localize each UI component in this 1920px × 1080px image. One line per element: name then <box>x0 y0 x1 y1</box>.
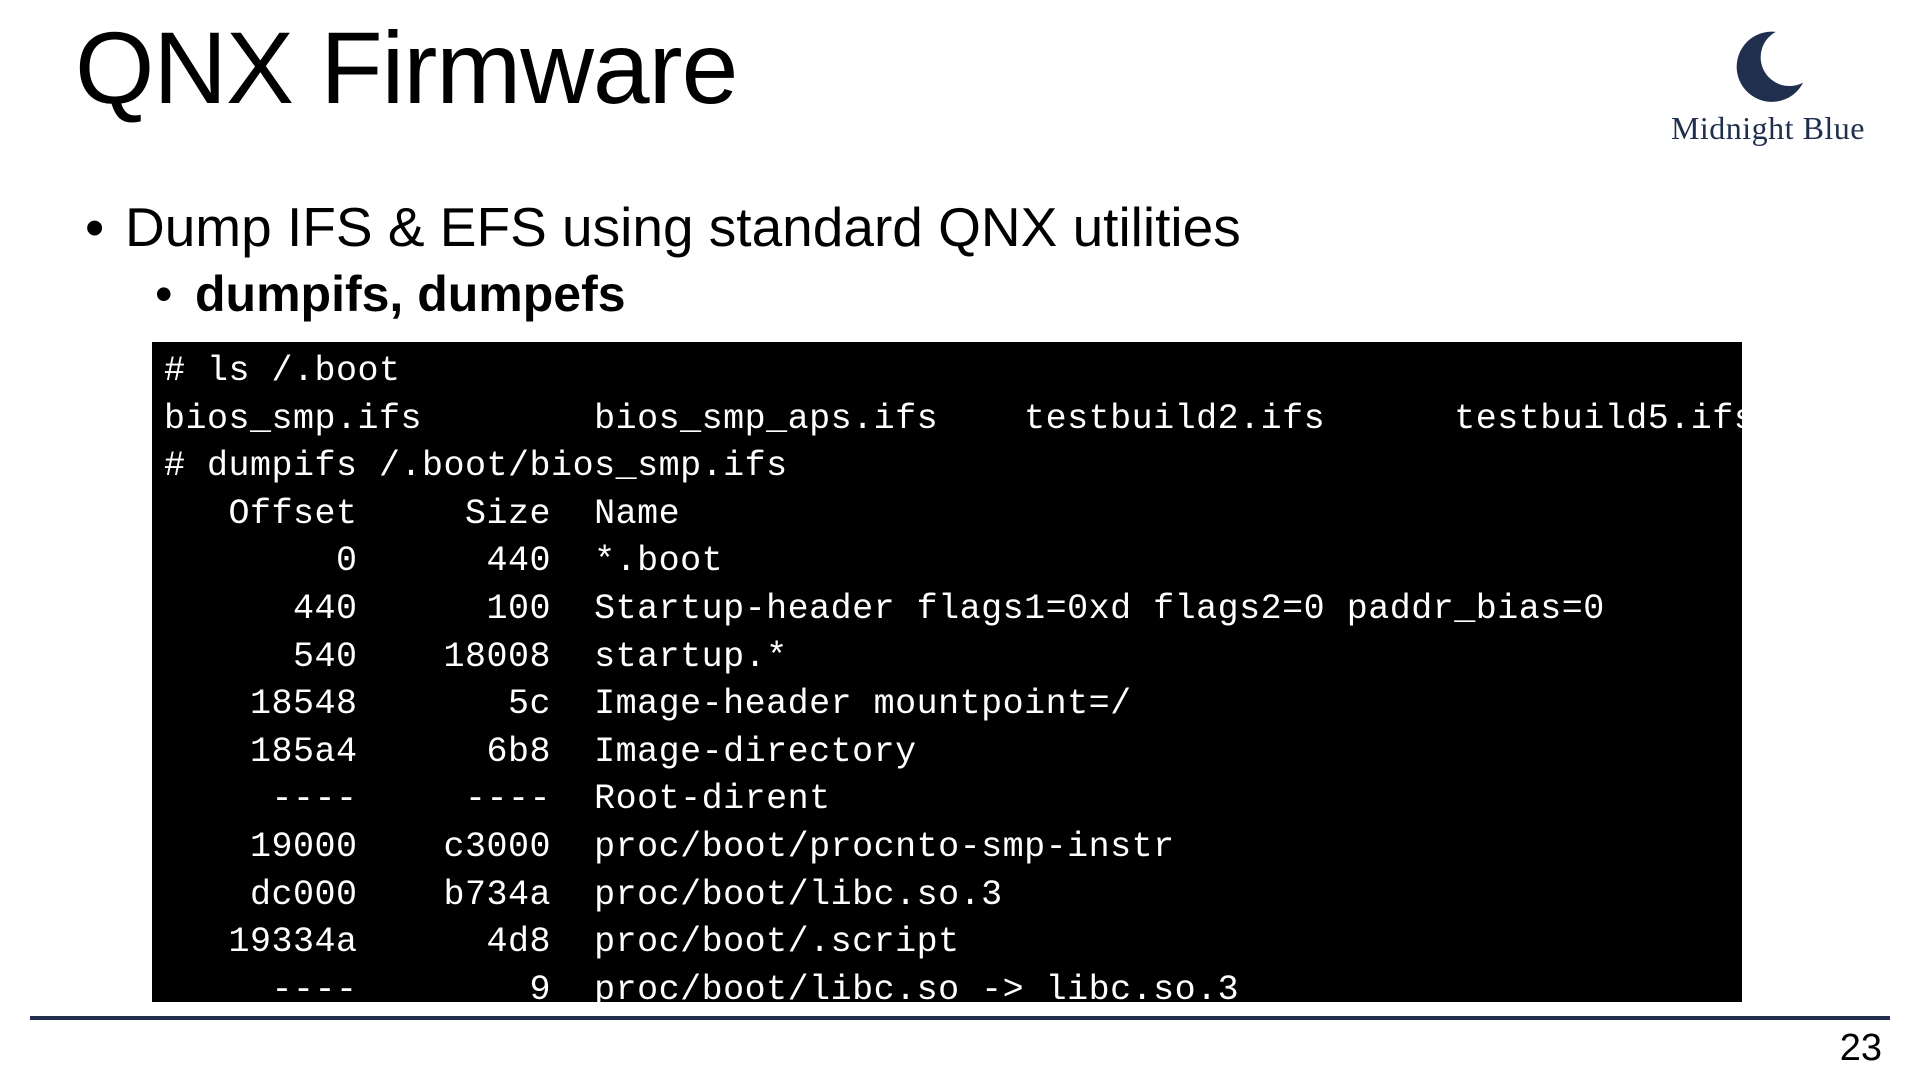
terminal-line: # dumpifs /.boot/bios_smp.ifs <box>164 446 788 486</box>
terminal-line: ---- ---- Root-dirent <box>164 779 831 819</box>
terminal-output: # ls /.boot bios_smp.ifs bios_smp_aps.if… <box>152 342 1742 1002</box>
terminal-line: dc000 b734a proc/boot/libc.so.3 <box>164 875 1003 915</box>
terminal-line: Offset Size Name <box>164 494 680 534</box>
terminal-line: 440 100 Startup-header flags1=0xd flags2… <box>164 589 1605 629</box>
slide-title: QNX Firmware <box>75 10 737 127</box>
logo: Midnight Blue <box>1671 28 1865 147</box>
terminal-line: 185a4 6b8 Image-directory <box>164 732 917 772</box>
terminal-line: # ls /.boot <box>164 351 401 391</box>
terminal-line: ---- 9 proc/boot/libc.so -> libc.so.3 <box>164 970 1239 1002</box>
bullet-level-1: Dump IFS & EFS using standard QNX utilit… <box>75 195 1860 259</box>
terminal-line: 19334a 4d8 proc/boot/.script <box>164 922 960 962</box>
footer-divider <box>30 1016 1890 1020</box>
terminal-line: 540 18008 startup.* <box>164 637 788 677</box>
terminal-line: 0 440 *.boot <box>164 541 723 581</box>
terminal-line: bios_smp.ifs bios_smp_aps.ifs testbuild2… <box>164 399 1742 439</box>
terminal-line: 19000 c3000 proc/boot/procnto-smp-instr <box>164 827 1175 867</box>
terminal-line: 18548 5c Image-header mountpoint=/ <box>164 684 1132 724</box>
slide: QNX Firmware Midnight Blue Dump IFS & EF… <box>0 0 1920 1080</box>
logo-text: Midnight Blue <box>1671 110 1865 147</box>
page-number: 23 <box>1840 1027 1882 1070</box>
content-area: Dump IFS & EFS using standard QNX utilit… <box>75 195 1860 327</box>
bullet-level-2: dumpifs, dumpefs <box>75 265 1860 323</box>
moon-icon <box>1724 28 1812 106</box>
